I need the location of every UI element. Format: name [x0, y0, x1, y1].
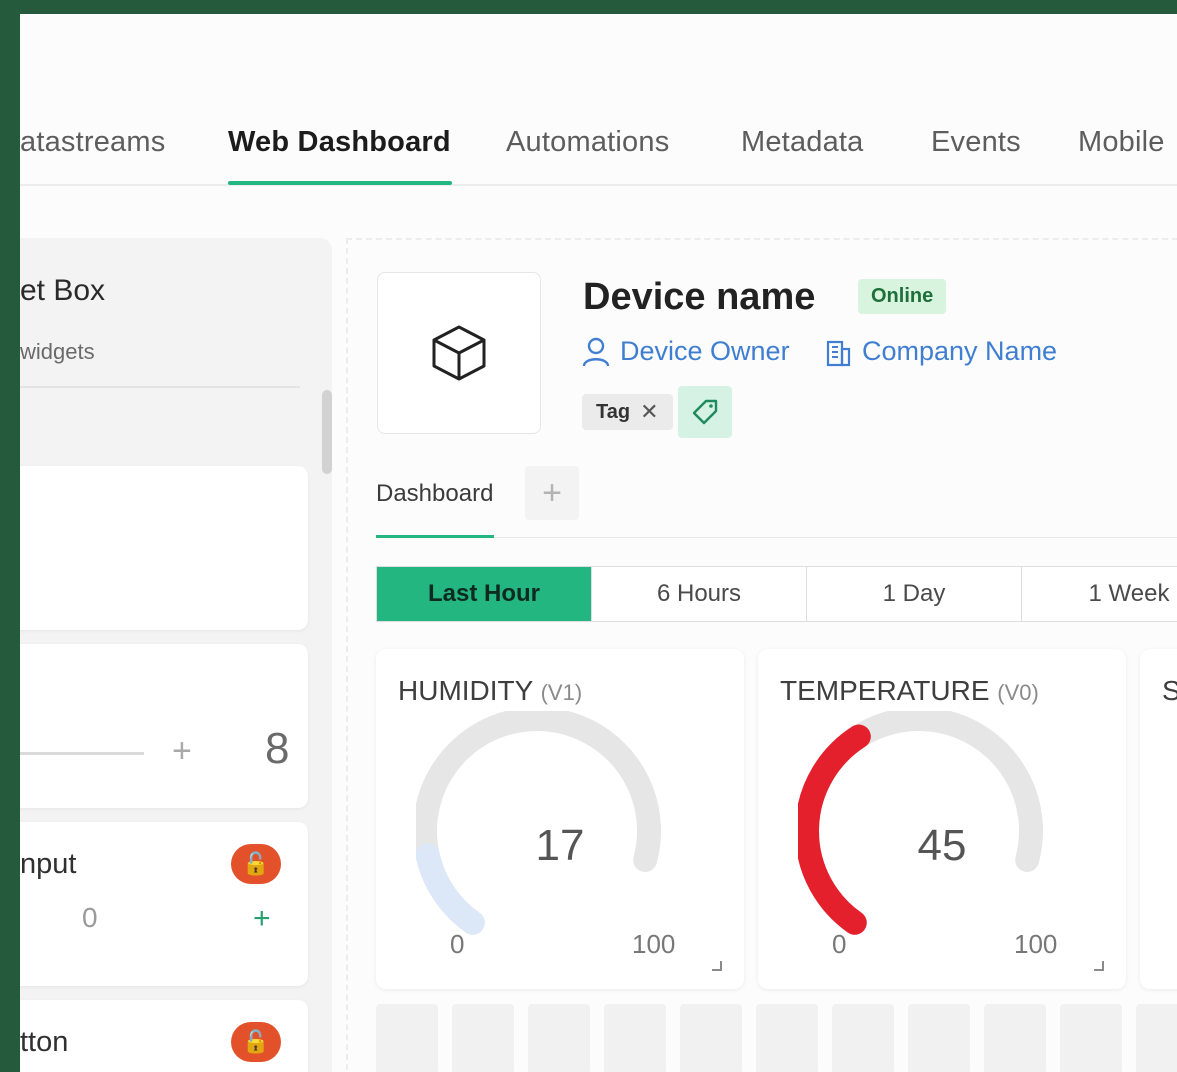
dashboard-tab-divider: [376, 537, 1177, 538]
tab-datastreams[interactable]: atastreams: [20, 126, 165, 159]
widget-panel-scrollbar[interactable]: [322, 390, 332, 474]
numeric-input-plus-icon[interactable]: +: [253, 902, 271, 936]
gauge-title: TEMPERATURE (V0): [780, 675, 1039, 707]
widget-placeholder-row: [376, 1004, 1177, 1072]
placeholder-cell: [604, 1004, 666, 1072]
tab-mobile[interactable]: Mobile: [1078, 126, 1165, 159]
tag-label: Tag: [596, 400, 631, 423]
numeric-input-value: 0: [82, 902, 98, 933]
top-tab-bar: atastreams Web Dashboard Automations Met…: [20, 112, 1177, 186]
tab-web-dashboard[interactable]: Web Dashboard: [228, 126, 451, 159]
range-1-week[interactable]: 1 Week: [1022, 567, 1177, 621]
placeholder-cell: [984, 1004, 1046, 1072]
time-range-selector: Last Hour 6 Hours 1 Day 1 Week: [376, 566, 1177, 622]
device-name: Device name: [583, 276, 816, 318]
widget-box-divider: [20, 386, 300, 388]
placeholder-cell: [452, 1004, 514, 1072]
placeholder-cell: [528, 1004, 590, 1072]
gauge-title: S: [1162, 675, 1177, 707]
tab-events[interactable]: Events: [931, 126, 1021, 159]
placeholder-cell: [376, 1004, 438, 1072]
placeholder-cell: [680, 1004, 742, 1072]
company-name-label: Company Name: [862, 336, 1058, 366]
device-owner-label: Device Owner: [620, 336, 790, 366]
tab-metadata[interactable]: Metadata: [741, 126, 864, 159]
active-tab-indicator: [228, 181, 452, 185]
gauge-pin: (V1): [540, 680, 583, 705]
app-window: atastreams Web Dashboard Automations Met…: [20, 14, 1177, 1072]
slider-track[interactable]: [20, 752, 144, 755]
widget-box-title: et Box: [20, 274, 106, 307]
numeric-input-label: nput: [20, 848, 77, 880]
plus-icon: +: [542, 473, 562, 512]
user-icon: [582, 337, 610, 366]
slider-value: 8: [265, 724, 290, 773]
slider-plus-icon[interactable]: +: [172, 732, 192, 771]
lock-icon: 🔓: [231, 844, 281, 884]
tag-chip[interactable]: Tag ✕: [582, 394, 673, 430]
close-icon[interactable]: ✕: [640, 399, 658, 425]
gauge-min: 0: [450, 929, 465, 959]
resize-handle-icon[interactable]: [712, 961, 722, 971]
gauge-value: 45: [917, 821, 967, 870]
lock-icon: 🔓: [231, 1022, 281, 1062]
tab-automations[interactable]: Automations: [506, 126, 669, 159]
device-owner-link[interactable]: Device Owner: [582, 336, 790, 367]
gauge-widget-temperature[interactable]: TEMPERATURE (V0) 45 0 100: [758, 649, 1126, 989]
widget-box-subtitle: widgets: [20, 339, 95, 364]
resize-handle-icon[interactable]: [1094, 961, 1104, 971]
range-6-hours[interactable]: 6 Hours: [592, 567, 807, 621]
gauge-value: 17: [535, 821, 585, 870]
dashboard-tab-indicator: [376, 535, 494, 538]
gauge-max: 100: [632, 929, 676, 959]
placeholder-cell: [908, 1004, 970, 1072]
dashboard-tab[interactable]: Dashboard: [376, 480, 493, 508]
cube-icon: [432, 325, 486, 381]
placeholder-cell: [1060, 1004, 1122, 1072]
placeholder-cell: [756, 1004, 818, 1072]
company-name-link[interactable]: Company Name: [824, 336, 1057, 367]
gauge-widget-humidity[interactable]: HUMIDITY (V1) 17 0 100: [376, 649, 744, 989]
status-badge: Online: [858, 279, 947, 314]
button-widget-label: tton: [20, 1026, 69, 1058]
building-icon: [826, 340, 851, 366]
widget-card-blank[interactable]: [20, 466, 308, 630]
placeholder-cell: [1136, 1004, 1177, 1072]
gauge-label: S: [1162, 675, 1177, 706]
gauge-max: 100: [1014, 929, 1058, 959]
add-tag-button[interactable]: [678, 386, 732, 438]
gauge-pin: (V0): [997, 680, 1039, 705]
tag-icon: [692, 399, 718, 425]
gauge-widget-partial[interactable]: S: [1140, 649, 1177, 989]
add-dashboard-tab-button[interactable]: +: [525, 466, 579, 520]
device-image[interactable]: [377, 272, 541, 434]
gauge-title: HUMIDITY (V1): [398, 675, 582, 707]
range-last-hour[interactable]: Last Hour: [377, 567, 592, 621]
gauge-min: 0: [832, 929, 847, 959]
range-1-day[interactable]: 1 Day: [807, 567, 1022, 621]
gauge-label: TEMPERATURE: [780, 675, 990, 706]
placeholder-cell: [832, 1004, 894, 1072]
gauge-label: HUMIDITY: [398, 675, 533, 706]
